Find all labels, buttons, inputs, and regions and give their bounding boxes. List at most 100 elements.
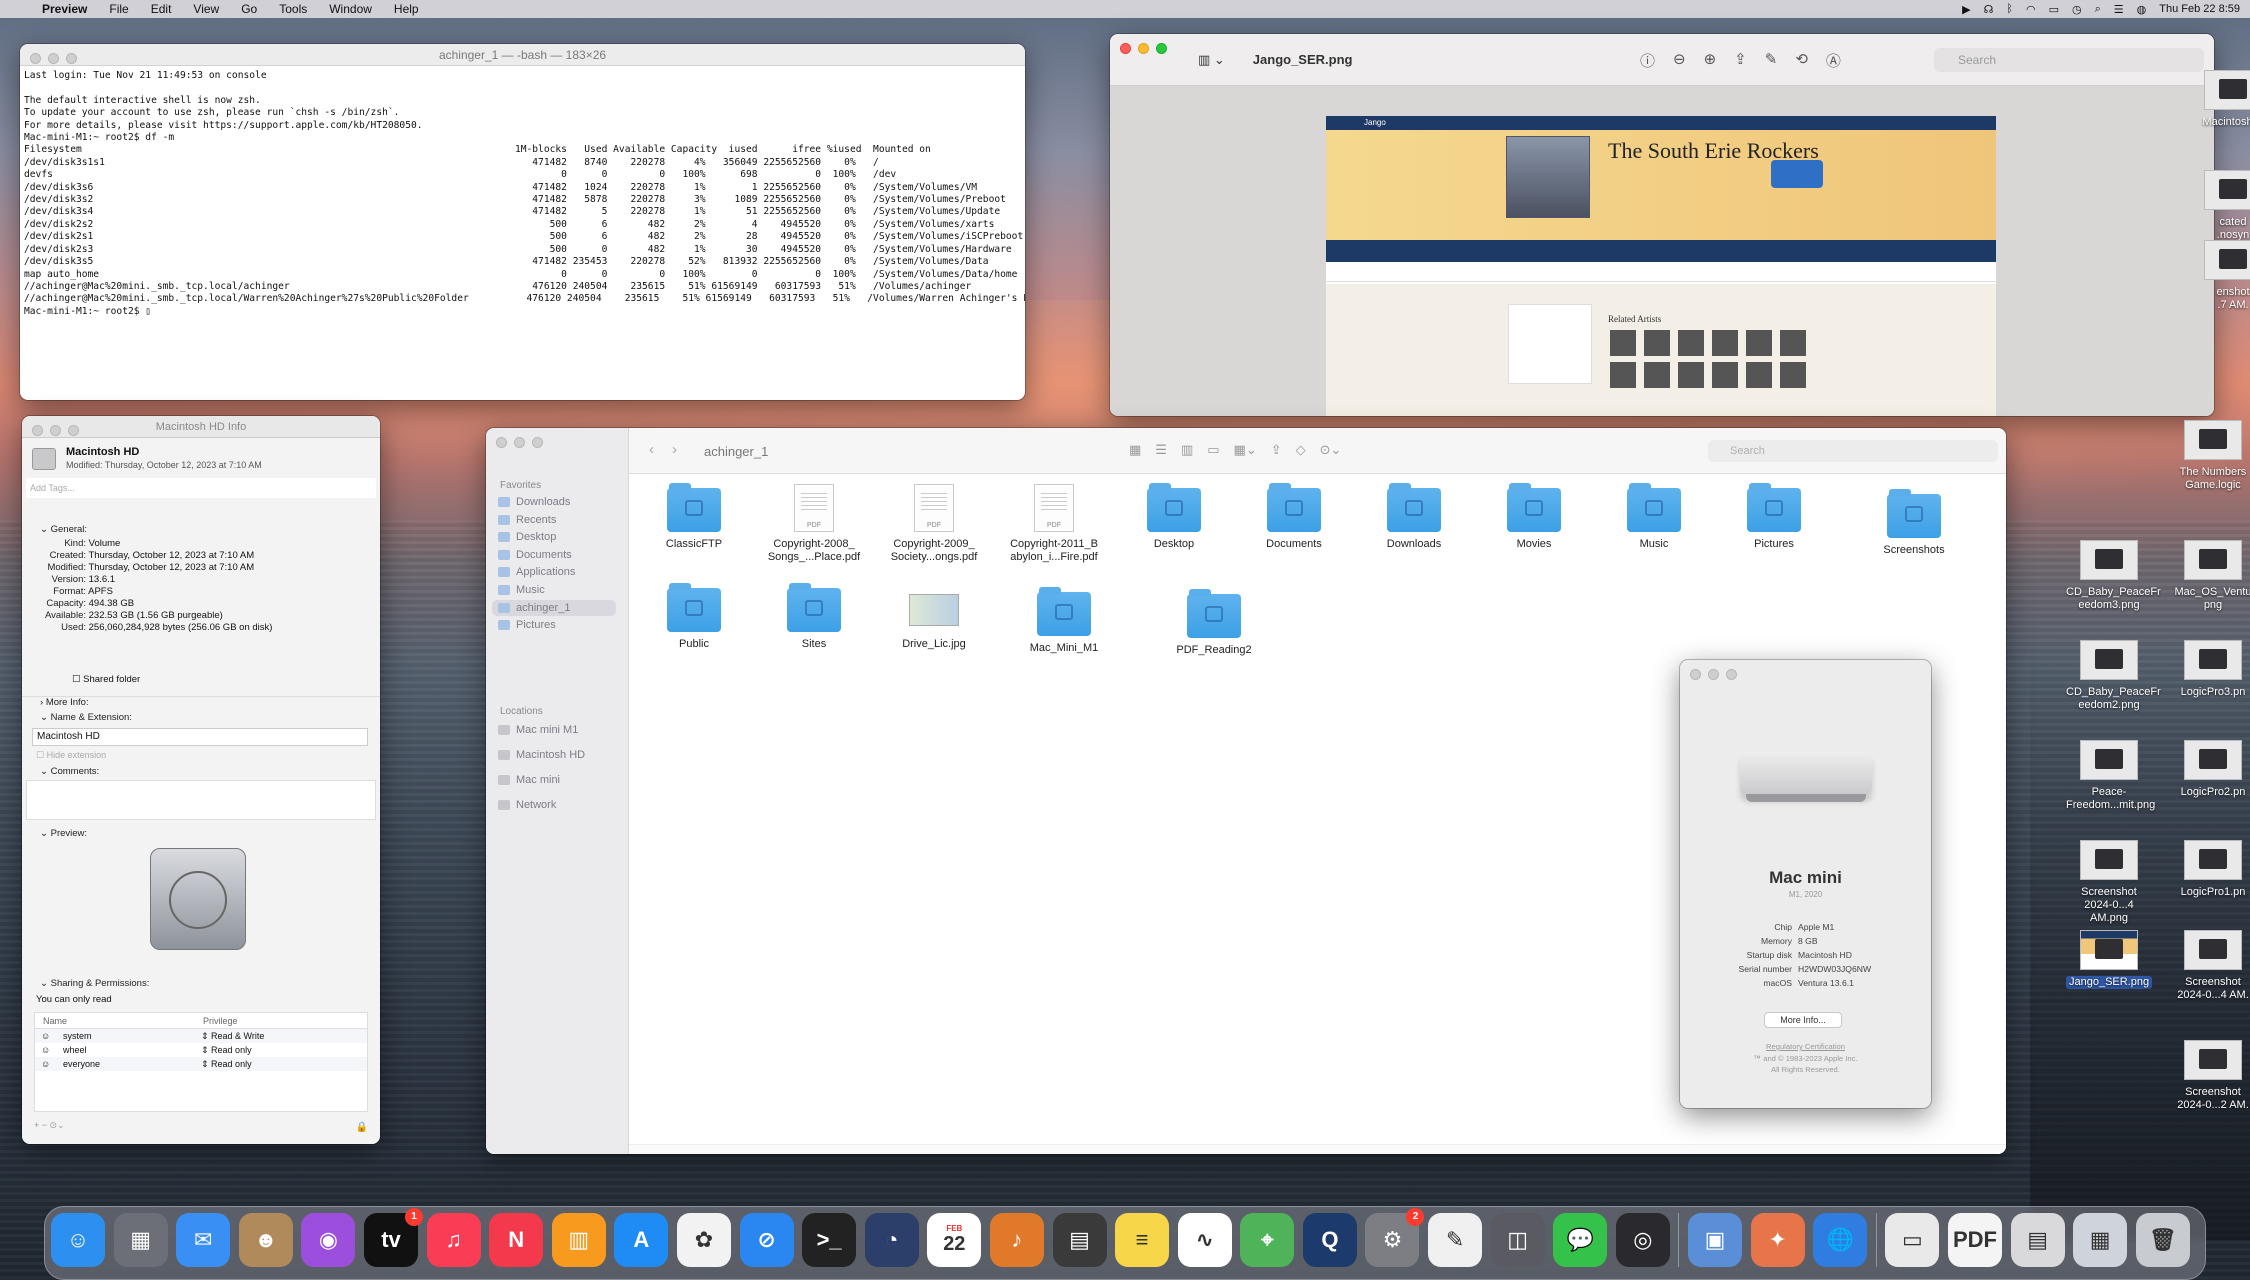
- permission-privilege[interactable]: ⇕ Read only: [201, 1059, 252, 1070]
- dock-textedit-icon[interactable]: ✎: [1428, 1213, 1483, 1267]
- name-field[interactable]: Macintosh HD: [32, 728, 368, 746]
- dock-preview-icon[interactable]: ▣: [1688, 1213, 1743, 1267]
- menu-clock[interactable]: Thu Feb 22 8:59: [2159, 3, 2240, 15]
- permission-privilege[interactable]: ⇕ Read & Write: [201, 1031, 264, 1042]
- desktop-icon[interactable]: CD_Baby_PeaceFr eedom3.png: [2066, 540, 2161, 612]
- menu-app-name[interactable]: Preview: [42, 2, 87, 16]
- gallery-view-icon[interactable]: ▭: [1207, 442, 1219, 458]
- section-general[interactable]: ⌄ General:: [22, 524, 87, 535]
- finder-item[interactable]: Screenshots: [1859, 489, 1969, 557]
- dock-contacts-icon[interactable]: ☻: [238, 1213, 293, 1267]
- menu-view[interactable]: View: [193, 2, 219, 16]
- dock-music-icon[interactable]: ♫: [426, 1213, 481, 1267]
- section-comments[interactable]: ⌄ Comments:: [22, 766, 99, 777]
- share-icon[interactable]: ⇪: [1734, 50, 1747, 71]
- finder-item[interactable]: ClassicFTP: [639, 483, 749, 551]
- sidebar-toggle-icon[interactable]: ▥ ⌄: [1198, 52, 1225, 68]
- siri-icon[interactable]: ◍: [2137, 3, 2147, 16]
- dock-launchpad-icon[interactable]: ▦: [113, 1213, 168, 1267]
- wifi-icon[interactable]: ◠: [2026, 3, 2036, 16]
- airplay-icon[interactable]: ▭: [2049, 3, 2059, 16]
- search-icon[interactable]: ⌕: [2095, 3, 2101, 16]
- close-button[interactable]: [30, 53, 41, 64]
- dock-clock-icon[interactable]: ◔: [864, 1213, 919, 1267]
- sidebar-location[interactable]: Macintosh HD: [498, 749, 585, 761]
- terminal-titlebar[interactable]: achinger_1 — -bash — 183×26: [20, 44, 1025, 66]
- lock-icon[interactable]: 🔒: [356, 1122, 368, 1133]
- bluetooth-icon[interactable]: ᛒ: [2006, 3, 2013, 15]
- regulatory-link[interactable]: Regulatory Certification: [1680, 1042, 1931, 1052]
- sidebar-item[interactable]: Pictures: [498, 619, 556, 631]
- group-icon[interactable]: ▦⌄: [1234, 442, 1257, 458]
- finder-search-input[interactable]: Search: [1708, 440, 1998, 462]
- finder-item[interactable]: Downloads: [1359, 483, 1469, 551]
- close-button[interactable]: [1120, 43, 1131, 54]
- shared-folder-checkbox[interactable]: ☐ Shared folder: [72, 674, 140, 685]
- menu-help[interactable]: Help: [394, 2, 419, 16]
- desktop-icon[interactable]: Mac_OS_Ventu png: [2170, 540, 2250, 612]
- menu-go[interactable]: Go: [241, 2, 257, 16]
- rotate-icon[interactable]: ⟲: [1795, 50, 1808, 71]
- desktop-icon[interactable]: LogicPro1.pn: [2170, 840, 2250, 899]
- annotate-icon[interactable]: Ⓐ: [1826, 50, 1841, 71]
- dock-calendar-icon[interactable]: FEB 22: [927, 1213, 982, 1267]
- tag-icon[interactable]: ◇: [1296, 442, 1306, 458]
- forward-icon[interactable]: ›: [672, 441, 677, 458]
- close-button[interactable]: [1690, 669, 1701, 680]
- dock-documents-stack-icon[interactable]: ▤: [2010, 1213, 2065, 1267]
- finder-item[interactable]: Sites: [759, 583, 869, 651]
- sidebar-location[interactable]: Mac mini M1: [498, 724, 578, 736]
- zoom-button[interactable]: [1156, 43, 1167, 54]
- finder-item[interactable]: Drive_Lic.jpg: [879, 584, 989, 651]
- dock-maps-icon[interactable]: ⌖: [1240, 1213, 1295, 1267]
- col-privilege[interactable]: Privilege: [203, 1016, 238, 1026]
- more-info-button[interactable]: More Info...: [1764, 1012, 1842, 1028]
- sidebar-item[interactable]: Music: [498, 584, 545, 596]
- sidebar-item[interactable]: Recents: [498, 514, 556, 526]
- dock-screenshot-icon[interactable]: ◫: [1490, 1213, 1545, 1267]
- minimize-button[interactable]: [1708, 669, 1719, 680]
- section-more-info[interactable]: › More Info:: [22, 696, 380, 708]
- desktop-icon[interactable]: Macintosh H: [2190, 70, 2250, 129]
- dock-safari-icon[interactable]: ⊘: [739, 1213, 794, 1267]
- dock-logic-pro-icon[interactable]: ◎: [1615, 1213, 1670, 1267]
- dock-files-icon[interactable]: ▭: [1885, 1213, 1940, 1267]
- col-name[interactable]: Name: [43, 1016, 67, 1026]
- desktop-icon[interactable]: LogicPro2.pn: [2170, 740, 2250, 799]
- zoom-in-icon[interactable]: ⊕: [1704, 50, 1717, 71]
- minimize-button[interactable]: [514, 437, 525, 448]
- section-preview[interactable]: ⌄ Preview:: [22, 828, 87, 839]
- finder-item[interactable]: PDF Copyright-2011_B abylon_i...Fire.pdf: [999, 484, 1109, 564]
- minimize-button[interactable]: [1138, 43, 1149, 54]
- sidebar-item[interactable]: Applications: [498, 566, 575, 578]
- desktop-icon[interactable]: LogicPro3.pn: [2170, 640, 2250, 699]
- info-titlebar[interactable]: Macintosh HD Info: [22, 416, 380, 438]
- zoom-button[interactable]: [66, 53, 77, 64]
- dock-mail-icon[interactable]: ✉: [176, 1213, 231, 1267]
- sidebar-location[interactable]: Mac mini: [498, 774, 560, 786]
- zoom-out-icon[interactable]: ⊖: [1673, 50, 1686, 71]
- hide-extension-checkbox[interactable]: ☐ Hide extension: [36, 750, 106, 761]
- dock-pdf-icon[interactable]: PDF: [1948, 1213, 2002, 1267]
- dock-photos-icon[interactable]: ✿: [676, 1213, 731, 1267]
- dock-trash-icon[interactable]: 🗑: [2135, 1213, 2190, 1267]
- more-icon[interactable]: ⊙⌄: [1320, 442, 1342, 458]
- desktop-icon[interactable]: The Numbers Game.logic: [2170, 420, 2250, 492]
- terminal-output[interactable]: Last login: Tue Nov 21 11:49:53 on conso…: [20, 66, 1025, 322]
- markup-icon[interactable]: ✎: [1765, 50, 1778, 71]
- finder-item[interactable]: Movies: [1479, 483, 1589, 551]
- sidebar-item[interactable]: achinger_1: [492, 599, 616, 616]
- dock-terminal-icon[interactable]: >_: [802, 1213, 857, 1267]
- dock-tv-icon[interactable]: tv 1: [363, 1208, 423, 1267]
- headphones-icon[interactable]: ☊: [1984, 3, 1994, 16]
- sidebar-item[interactable]: Desktop: [498, 531, 556, 543]
- dock-pictures-stack-icon[interactable]: ▦: [2073, 1213, 2128, 1267]
- dock-freeform-icon[interactable]: ∿: [1177, 1213, 1232, 1267]
- dock-calculator-icon[interactable]: ▤: [1052, 1213, 1107, 1267]
- section-name-extension[interactable]: ⌄ Name & Extension:: [22, 712, 132, 723]
- desktop-icon[interactable]: Screenshot 2024-0...2 AM.: [2170, 1040, 2250, 1112]
- dock-pixelmator-icon[interactable]: ✦: [1750, 1213, 1805, 1267]
- finder-item[interactable]: PDF Copyright-2009_ Society...ongs.pdf: [879, 484, 989, 564]
- zoom-button[interactable]: [1726, 669, 1737, 680]
- sidebar-item[interactable]: Downloads: [498, 496, 570, 508]
